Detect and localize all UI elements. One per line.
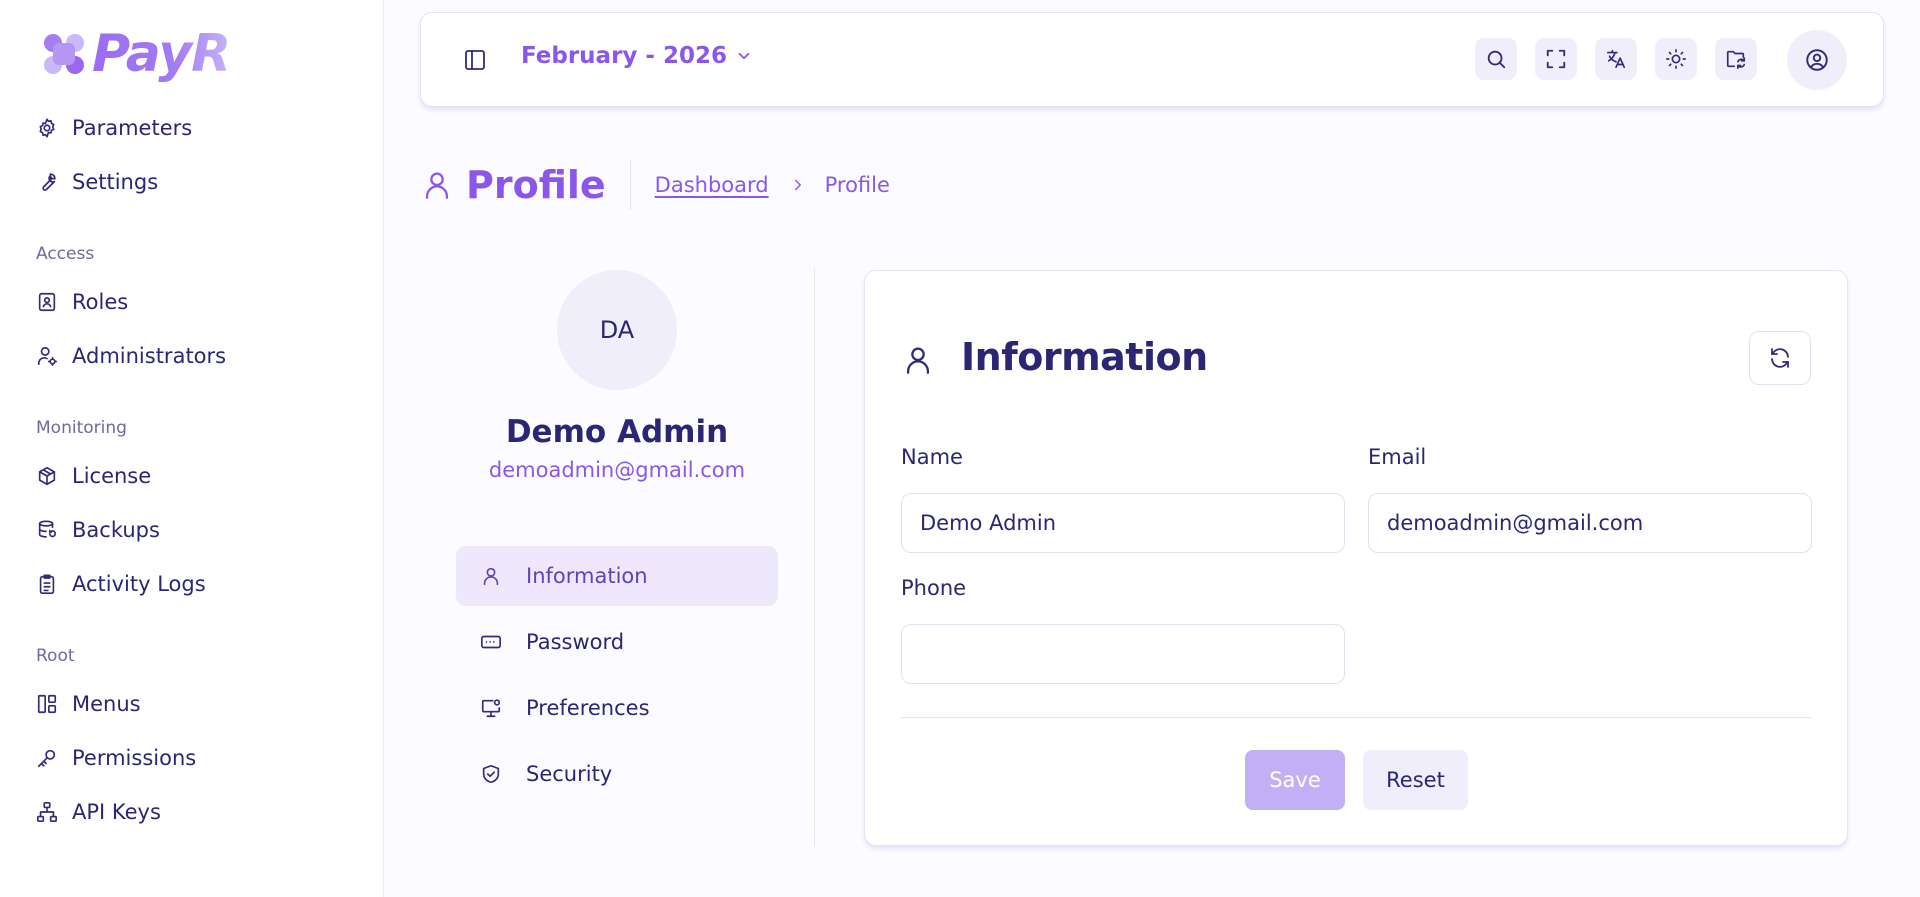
refresh-button[interactable] — [1749, 331, 1811, 385]
key-icon — [37, 749, 56, 768]
refresh-icon — [1771, 348, 1789, 368]
logo-mark-icon — [44, 34, 84, 74]
sidebar-item-label: License — [72, 464, 152, 488]
user-icon — [483, 567, 499, 586]
name-field[interactable] — [901, 493, 1345, 553]
sidebar-section-root: Root — [36, 646, 75, 666]
sun-icon — [1666, 49, 1686, 69]
page-header: Profile Dashboard Profile — [420, 160, 890, 210]
tab-information[interactable]: Information — [456, 546, 778, 606]
breadcrumb-dashboard-link[interactable]: Dashboard — [655, 173, 769, 197]
wrench-icon — [42, 173, 56, 191]
layout-panels-icon — [37, 694, 57, 714]
information-card: Information Name Email Phone Save Reset — [864, 270, 1848, 846]
avatar: DA — [557, 270, 677, 390]
sidebar-item-label: Administrators — [72, 344, 227, 368]
sidebar-item-license[interactable]: License — [36, 458, 151, 494]
fullscreen-icon — [1546, 49, 1566, 69]
sidebar-item-label: Menus — [72, 692, 141, 716]
sidebar-item-label: Activity Logs — [72, 572, 206, 596]
sidebar-section-access: Access — [36, 244, 95, 264]
column-divider — [814, 268, 815, 846]
user-menu-button[interactable] — [1787, 30, 1847, 90]
tab-label: Information — [526, 564, 648, 588]
tab-label: Password — [526, 630, 625, 654]
password-dots-icon — [481, 635, 501, 649]
sidebar-item-administrators[interactable]: Administrators — [36, 338, 226, 374]
sidebar-item-label: Settings — [72, 170, 159, 194]
header-divider — [629, 160, 631, 210]
chevron-right-icon — [794, 179, 801, 191]
profile-name: Demo Admin — [505, 414, 729, 450]
fullscreen-button[interactable] — [1535, 38, 1577, 80]
network-icon — [37, 802, 57, 822]
clipboard-list-icon — [39, 574, 55, 594]
sidebar-item-settings[interactable]: Settings — [36, 164, 158, 200]
chevron-down-icon — [738, 52, 750, 60]
sidebar: PayR Parameters Settings Access Roles Ad… — [0, 0, 384, 897]
folder-sync-icon — [1726, 50, 1746, 69]
database-restore-icon — [38, 520, 57, 538]
sidebar-item-label: Parameters — [72, 116, 193, 140]
sidebar-item-label: Backups — [72, 518, 160, 542]
user-icon — [906, 347, 930, 374]
sidebar-item-menus[interactable]: Menus — [36, 686, 141, 722]
sidebar-item-parameters[interactable]: Parameters — [36, 110, 192, 146]
role-badge-icon — [38, 292, 56, 312]
topbar: February - 2026 — [420, 12, 1884, 107]
user-gear-icon — [37, 346, 57, 366]
sidebar-section-monitoring: Monitoring — [36, 418, 127, 438]
search-button[interactable] — [1475, 38, 1517, 80]
reset-button[interactable]: Reset — [1363, 750, 1468, 810]
sidebar-item-api-keys[interactable]: API Keys — [36, 794, 161, 830]
sidebar-item-label: API Keys — [72, 800, 161, 824]
logo-text: PayR — [92, 24, 231, 84]
tab-label: Security — [526, 762, 613, 786]
period-label: February - 2026 — [521, 43, 727, 69]
profile-email: demoadmin@gmail.com — [488, 458, 746, 482]
tab-preferences[interactable]: Preferences — [456, 678, 778, 738]
email-label: Email — [1368, 445, 1427, 469]
sidebar-item-permissions[interactable]: Permissions — [36, 740, 196, 776]
sidebar-item-label: Roles — [72, 290, 129, 314]
sidebar-item-activity-logs[interactable]: Activity Logs — [36, 566, 206, 602]
sidebar-item-backups[interactable]: Backups — [36, 512, 160, 548]
tab-password[interactable]: Password — [456, 612, 778, 672]
phone-label: Phone — [901, 576, 967, 600]
tab-security[interactable]: Security — [456, 744, 778, 804]
gear-icon — [39, 118, 55, 138]
tab-label: Preferences — [526, 696, 650, 720]
package-icon — [38, 466, 56, 486]
sidebar-item-label: Permissions — [72, 746, 197, 770]
language-button[interactable] — [1595, 38, 1637, 80]
page-title: Profile — [466, 163, 606, 207]
breadcrumb-current: Profile — [824, 173, 890, 197]
logo[interactable]: PayR — [40, 24, 231, 84]
theme-toggle-button[interactable] — [1655, 38, 1697, 80]
save-button[interactable]: Save — [1245, 750, 1345, 810]
folder-sync-button[interactable] — [1715, 38, 1757, 80]
translate-icon — [1606, 49, 1626, 69]
name-label: Name — [901, 445, 963, 469]
user-circle-icon — [1806, 49, 1828, 71]
shield-check-icon — [482, 764, 500, 784]
sidebar-item-roles[interactable]: Roles — [36, 284, 128, 320]
period-selector[interactable]: February - 2026 — [521, 43, 753, 69]
sidebar-toggle-icon[interactable] — [463, 48, 487, 72]
divider — [901, 717, 1811, 718]
phone-field[interactable] — [901, 624, 1345, 684]
user-icon — [425, 172, 449, 199]
search-icon — [1487, 50, 1506, 69]
email-field[interactable] — [1368, 493, 1812, 553]
monitor-settings-icon — [481, 699, 501, 718]
card-title: Information — [961, 335, 1208, 379]
